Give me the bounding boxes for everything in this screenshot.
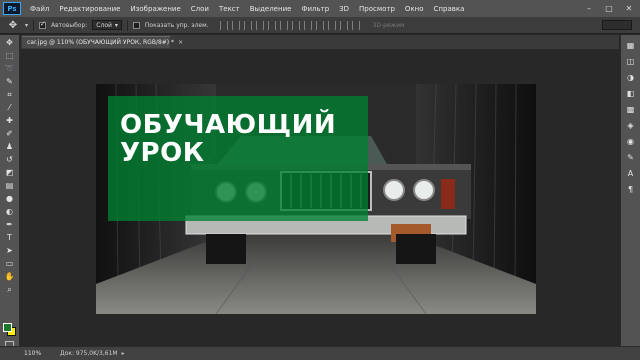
- panels-strip: ▦ ◫ ◑ ◧ ▩ ◈ ◉ ✎ A ¶: [620, 35, 640, 346]
- history-brush-icon[interactable]: ↺: [2, 154, 18, 165]
- rectangle-icon[interactable]: ▭: [2, 258, 18, 269]
- align-hcenter-icon[interactable]: [267, 20, 276, 30]
- move-tool-preset-icon[interactable]: ✥: [6, 19, 20, 31]
- document-tab-title: car.jpg @ 110% (ОБУЧАЮЩИЙ УРОК, RGB/8#) …: [27, 39, 175, 46]
- crop-icon[interactable]: ⌗: [2, 89, 18, 100]
- color-swatches[interactable]: [3, 323, 17, 337]
- menu-type[interactable]: Текст: [214, 5, 245, 13]
- close-icon[interactable]: ✕: [622, 2, 636, 14]
- distribute-top-icon[interactable]: [291, 20, 300, 30]
- align-vcenter-icon[interactable]: [231, 20, 240, 30]
- paragraph-icon[interactable]: ¶: [624, 184, 638, 195]
- workspace-dropdown[interactable]: [602, 20, 632, 30]
- document-info: Док: 975,0K/3,61M: [60, 350, 118, 357]
- align-left-icon[interactable]: [255, 20, 264, 30]
- zoom-level-field[interactable]: 110%: [24, 350, 54, 357]
- preset-arrow-icon: ▾: [25, 21, 29, 29]
- history-icon[interactable]: ▦: [624, 40, 638, 51]
- menu-view[interactable]: Просмотр: [354, 5, 400, 13]
- styles-icon[interactable]: ◧: [624, 88, 638, 99]
- eyedropper-icon[interactable]: ⁄: [2, 102, 18, 113]
- show-transform-controls-checkbox[interactable]: [132, 21, 140, 29]
- status-bar: 110% Док: 975,0K/3,61M ▸: [0, 346, 640, 360]
- swatches-icon[interactable]: ▩: [624, 104, 638, 115]
- show-transform-controls-label: Показать упр. элем.: [144, 21, 209, 29]
- channels-icon[interactable]: ◉: [624, 136, 638, 147]
- options-bar: ✥ ▾ Автовыбор: Слой ▾ Показать упр. элем…: [0, 17, 640, 34]
- autoselect-label: Автовыбор:: [51, 21, 88, 29]
- lasso-icon[interactable]: ➰: [2, 63, 18, 74]
- brush-icon[interactable]: ✐: [2, 128, 18, 139]
- quick-select-icon[interactable]: ✎: [2, 76, 18, 87]
- pen-icon[interactable]: ✒: [2, 219, 18, 230]
- menu-layers[interactable]: Слои: [186, 5, 214, 13]
- align-right-icon[interactable]: [279, 20, 288, 30]
- marquee-icon[interactable]: ⬚: [2, 50, 18, 61]
- menu-select[interactable]: Выделение: [245, 5, 297, 13]
- status-menu-arrow-icon[interactable]: ▸: [122, 350, 125, 357]
- menu-file[interactable]: Файл: [25, 5, 54, 13]
- autoselect-checkbox[interactable]: [39, 20, 47, 29]
- zoom-icon[interactable]: ⌕: [2, 284, 18, 295]
- align-bottom-icon[interactable]: [243, 20, 252, 30]
- tools-panel: ✥ ⬚ ➰ ✎ ⌗ ⁄ ✚ ✐ ♟ ↺ ◩ ▤ ● ◐ ✒ T ➤ ▭ ✋ ⌕: [0, 35, 20, 347]
- foreground-color-swatch[interactable]: [3, 323, 12, 332]
- autoselect-dropdown[interactable]: Слой ▾: [92, 20, 122, 30]
- type-icon[interactable]: T: [2, 232, 18, 243]
- minimize-icon[interactable]: –: [582, 2, 596, 14]
- maximize-icon[interactable]: □: [602, 2, 616, 14]
- clone-stamp-icon[interactable]: ♟: [2, 141, 18, 152]
- window-controls: – □ ✕: [582, 2, 636, 14]
- menu-3d[interactable]: 3D: [334, 5, 354, 13]
- adjustments-icon[interactable]: ◑: [624, 72, 638, 83]
- distribute-bottom-icon[interactable]: [315, 20, 324, 30]
- blur-icon[interactable]: ●: [2, 193, 18, 204]
- menu-filter[interactable]: Фильтр: [296, 5, 334, 13]
- align-top-icon[interactable]: [219, 20, 228, 30]
- 3d-mode-label: 3D-режим: [372, 21, 405, 29]
- separator: [126, 19, 128, 31]
- paths-icon[interactable]: ✎: [624, 152, 638, 163]
- distribute-vcenter-icon[interactable]: [303, 20, 312, 30]
- layers-icon[interactable]: ◈: [624, 120, 638, 131]
- gradient-icon[interactable]: ▤: [2, 180, 18, 191]
- menu-image[interactable]: Изображение: [125, 5, 185, 13]
- path-select-icon[interactable]: ➤: [2, 245, 18, 256]
- menu-window[interactable]: Окно: [400, 5, 429, 13]
- distribute-hcenter-icon[interactable]: [339, 20, 348, 30]
- chevron-down-icon: ▾: [114, 21, 118, 29]
- align-buttons: [219, 20, 360, 30]
- menu-edit[interactable]: Редактирование: [54, 5, 125, 13]
- photoshop-logo: Ps: [3, 2, 21, 15]
- document-tab[interactable]: car.jpg @ 110% (ОБУЧАЮЩИЙ УРОК, RGB/8#) …: [22, 36, 183, 48]
- close-icon[interactable]: ×: [178, 39, 183, 46]
- healing-brush-icon[interactable]: ✚: [2, 115, 18, 126]
- menu-bar: Ps Файл Редактирование Изображение Слои …: [0, 0, 640, 17]
- hand-icon[interactable]: ✋: [2, 271, 18, 282]
- properties-icon[interactable]: ◫: [624, 56, 638, 67]
- autoselect-value: Слой: [96, 21, 112, 29]
- banner-title-line1: ОБУЧАЮЩИЙ: [120, 110, 337, 140]
- move-icon[interactable]: ✥: [2, 37, 18, 48]
- eraser-icon[interactable]: ◩: [2, 167, 18, 178]
- menu-help[interactable]: Справка: [429, 5, 470, 13]
- dodge-icon[interactable]: ◐: [2, 206, 18, 217]
- separator: [33, 19, 35, 31]
- distribute-right-icon[interactable]: [351, 20, 360, 30]
- distribute-left-icon[interactable]: [327, 20, 336, 30]
- banner-title-line2: УРОК: [120, 138, 205, 168]
- character-icon[interactable]: A: [624, 168, 638, 179]
